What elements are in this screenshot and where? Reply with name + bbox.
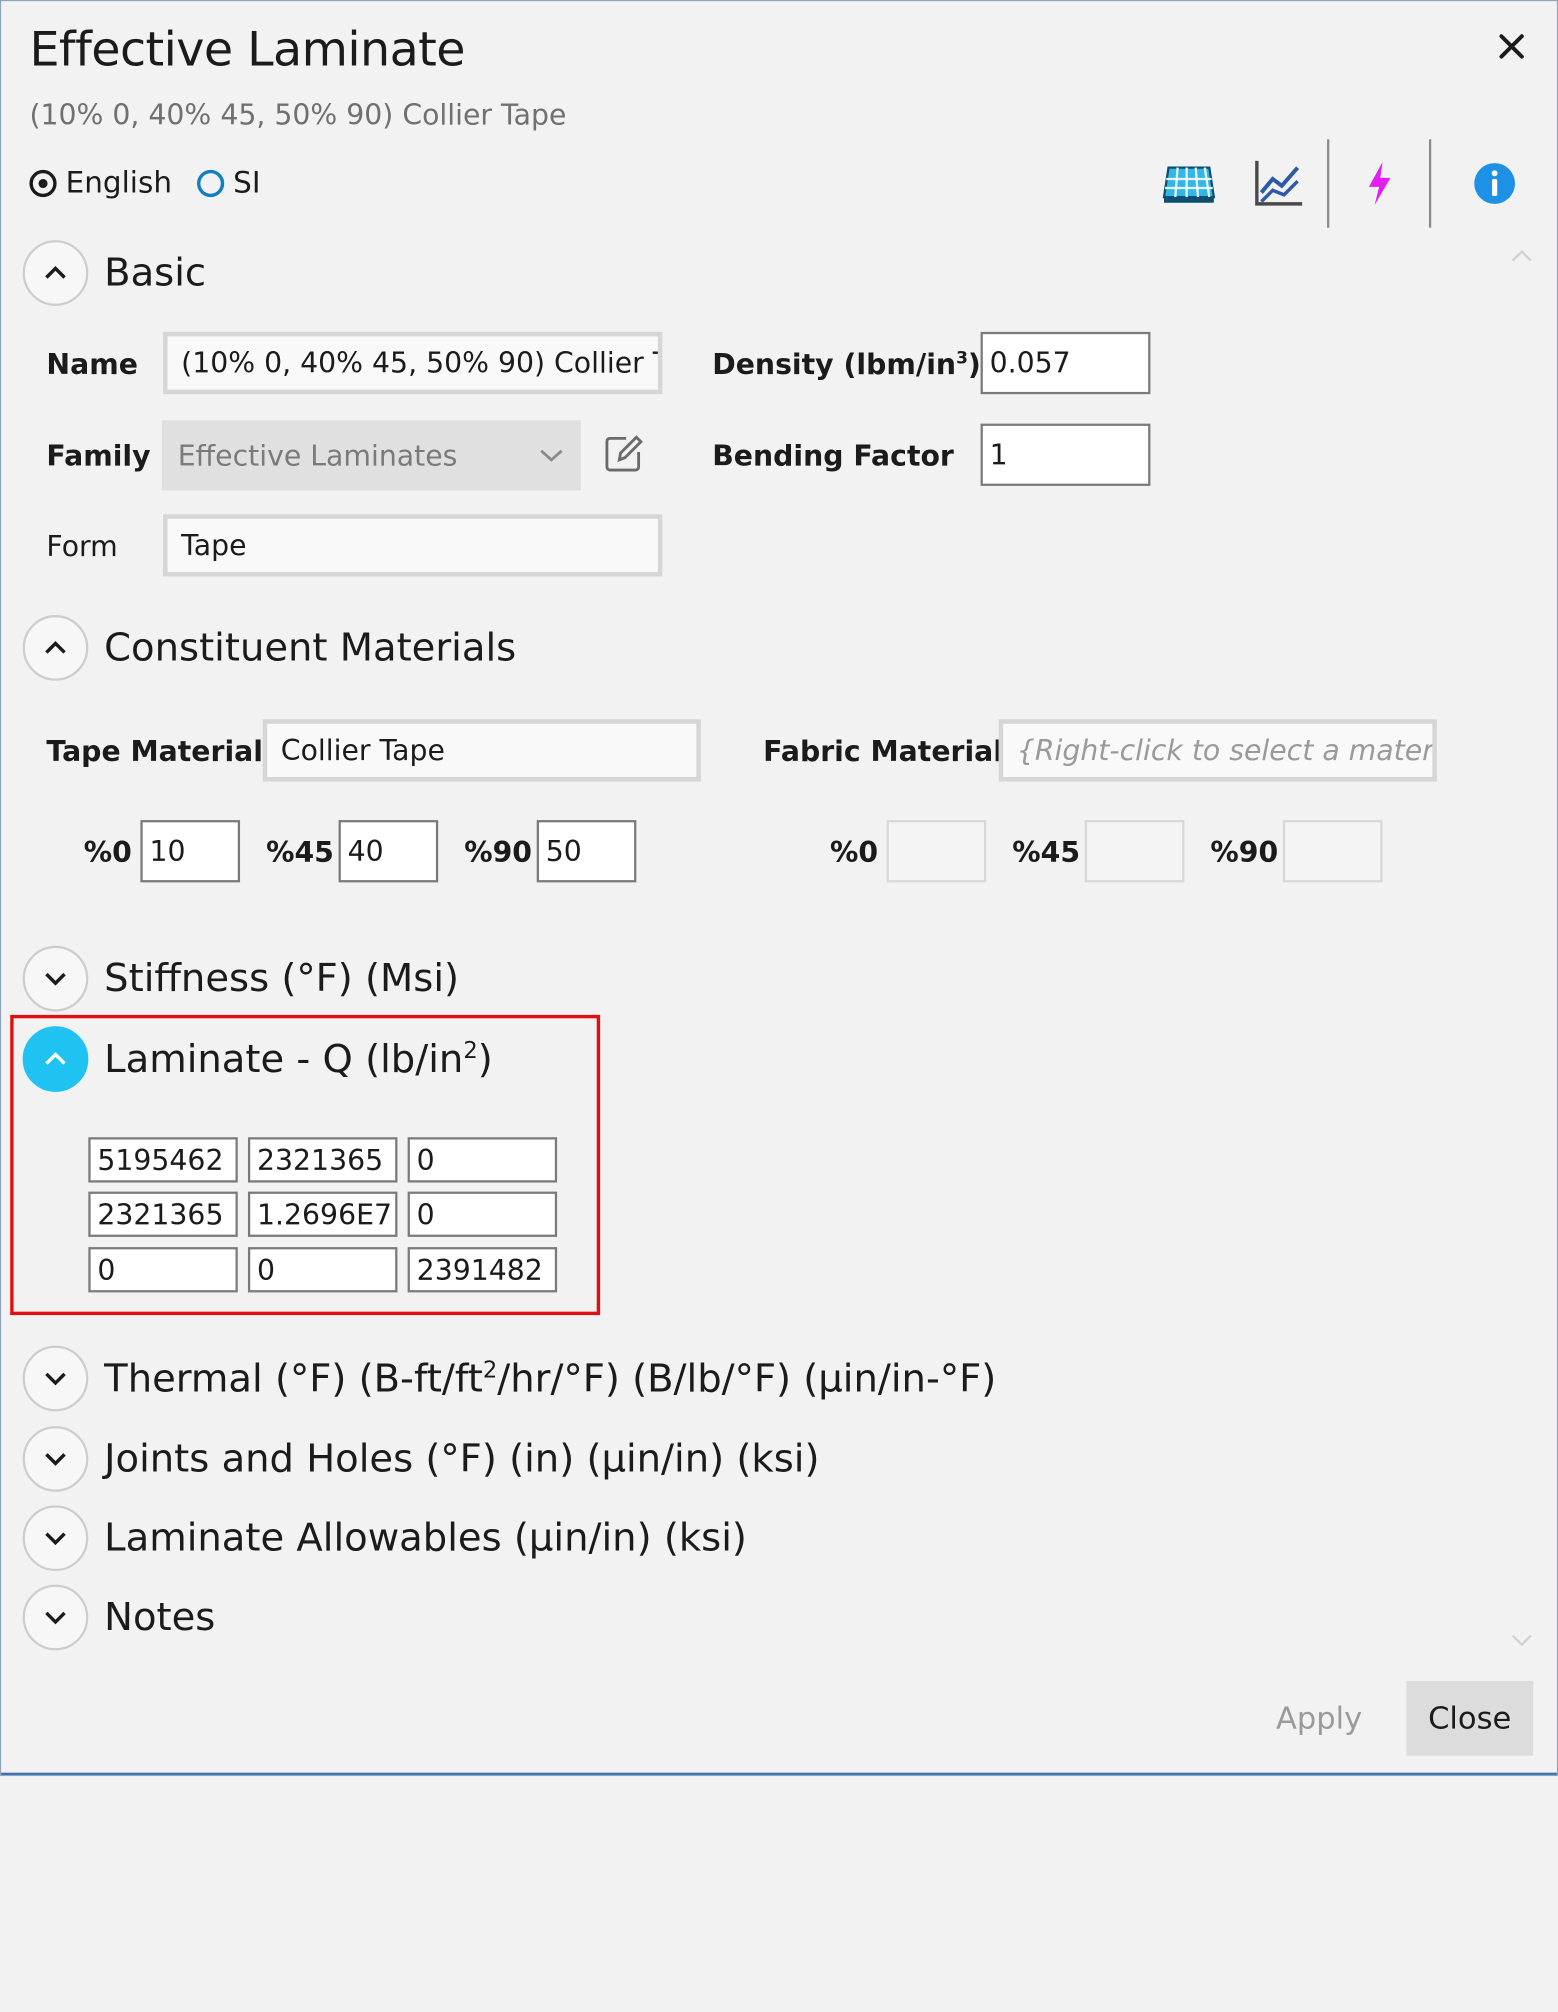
tape-material-label: Tape Material [46, 735, 263, 768]
si-radio[interactable] [196, 169, 225, 198]
family-dropdown-value: Effective Laminates [177, 438, 458, 472]
window-bottom-border [1, 1772, 1557, 1775]
effective-laminate-dialog: Effective Laminate (10% 0, 40% 45, 50% 9… [0, 0, 1558, 1777]
lightning-icon[interactable] [1351, 155, 1408, 212]
name-label: Name [46, 347, 138, 381]
notes-expand-button[interactable] [22, 1584, 89, 1651]
density-label: Density (lbm/in3) [712, 347, 981, 381]
form-field[interactable]: Tape [163, 514, 663, 577]
dialog-title: Effective Laminate [29, 21, 465, 78]
scroll-up-icon[interactable] [1509, 248, 1534, 264]
chart-trend-icon[interactable] [1250, 155, 1307, 212]
chevron-up-icon [45, 1052, 66, 1065]
close-icon[interactable] [1494, 28, 1530, 64]
tape-material-field[interactable]: Collier Tape [262, 719, 701, 782]
english-label: English [65, 166, 172, 201]
q-cell-1-3[interactable]: 0 [407, 1137, 558, 1183]
tape-pct0-label: %0 [83, 835, 132, 869]
tape-pct45-label: %45 [266, 835, 334, 869]
tape-pct0-field[interactable]: 10 [140, 820, 241, 883]
thermal-section-title: Thermal (°F) (B-ft/ft2/hr/°F) (B/lb/°F) … [104, 1355, 997, 1402]
q-cell-1-1[interactable]: 5195462 [88, 1137, 238, 1183]
toolbar-divider [1428, 139, 1432, 228]
basic-collapse-button[interactable] [22, 240, 89, 306]
q-cell-2-3[interactable]: 0 [407, 1191, 558, 1237]
fabric-pct90-field[interactable] [1282, 820, 1383, 883]
edit-icon[interactable] [604, 433, 645, 474]
fabric-pct0-label: %0 [829, 835, 879, 869]
q-cell-3-3[interactable]: 2391482 [407, 1247, 558, 1293]
scroll-down-icon[interactable] [1509, 1632, 1534, 1648]
tape-pct90-field[interactable]: 50 [536, 820, 637, 883]
joints-section-title: Joints and Holes (°F) (in) (µin/in) (ksi… [104, 1436, 820, 1482]
allowables-expand-button[interactable] [22, 1505, 89, 1572]
q-cell-1-2[interactable]: 2321365 [247, 1137, 398, 1183]
constituent-section-title: Constituent Materials [104, 625, 517, 671]
q-cell-2-1[interactable]: 2321365 [88, 1191, 238, 1237]
joints-expand-button[interactable] [22, 1426, 89, 1492]
bending-factor-label: Bending Factor [712, 439, 954, 473]
stiffness-section-title: Stiffness (°F) (Msi) [104, 955, 460, 1002]
tape-pct45-field[interactable]: 40 [338, 820, 439, 883]
allowables-section-title: Laminate Allowables (µin/in) (ksi) [104, 1515, 747, 1561]
english-radio[interactable] [29, 169, 57, 198]
laminate-grid-icon[interactable] [1161, 155, 1218, 212]
basic-section-title: Basic [104, 250, 207, 296]
unit-system-toggle: English SI [29, 166, 285, 201]
fabric-material-field[interactable]: {Right-click to select a material} [998, 719, 1437, 782]
chevron-down-icon [45, 972, 66, 986]
q-cell-3-1[interactable]: 0 [88, 1247, 238, 1293]
laminate-q-collapse-button[interactable] [22, 1026, 89, 1092]
chevron-up-icon [45, 266, 66, 279]
close-button[interactable]: Close [1406, 1680, 1534, 1756]
apply-button[interactable]: Apply [1242, 1682, 1396, 1754]
laminate-q-section-title: Laminate - Q (lb/in2) [104, 1036, 493, 1083]
stiffness-expand-button[interactable] [22, 945, 89, 1012]
chevron-down-icon [540, 449, 563, 462]
bending-factor-field[interactable]: 1 [980, 423, 1151, 486]
si-label: SI [233, 166, 261, 201]
constituent-collapse-button[interactable] [22, 615, 89, 681]
chevron-up-icon [45, 640, 66, 654]
thermal-expand-button[interactable] [22, 1345, 89, 1412]
chevron-down-icon [45, 1372, 66, 1386]
chevron-down-icon [45, 1453, 66, 1466]
chevron-down-icon [45, 1611, 66, 1625]
fabric-material-label: Fabric Material [763, 735, 1003, 768]
form-label: Form [46, 530, 118, 563]
name-field[interactable]: (10% 0, 40% 45, 50% 90) Collier Tape [163, 331, 663, 395]
tape-pct90-label: %90 [464, 835, 533, 869]
info-icon[interactable] [1466, 155, 1523, 212]
fabric-pct0-field[interactable] [886, 820, 987, 883]
family-label: Family [46, 439, 151, 473]
fabric-pct90-label: %90 [1210, 835, 1279, 869]
q-cell-2-2[interactable]: 1.2696E7 [247, 1191, 398, 1237]
dialog-subtitle: (10% 0, 40% 45, 50% 90) Collier Tape [29, 98, 567, 132]
q-cell-3-2[interactable]: 0 [247, 1247, 398, 1293]
fabric-pct45-field[interactable] [1084, 820, 1185, 883]
density-field[interactable]: 0.057 [980, 331, 1151, 395]
family-dropdown[interactable]: Effective Laminates [161, 420, 581, 491]
toolbar-divider [1327, 139, 1330, 228]
notes-section-title: Notes [104, 1594, 216, 1641]
fabric-pct45-label: %45 [1012, 835, 1081, 869]
chevron-down-icon [45, 1532, 66, 1546]
